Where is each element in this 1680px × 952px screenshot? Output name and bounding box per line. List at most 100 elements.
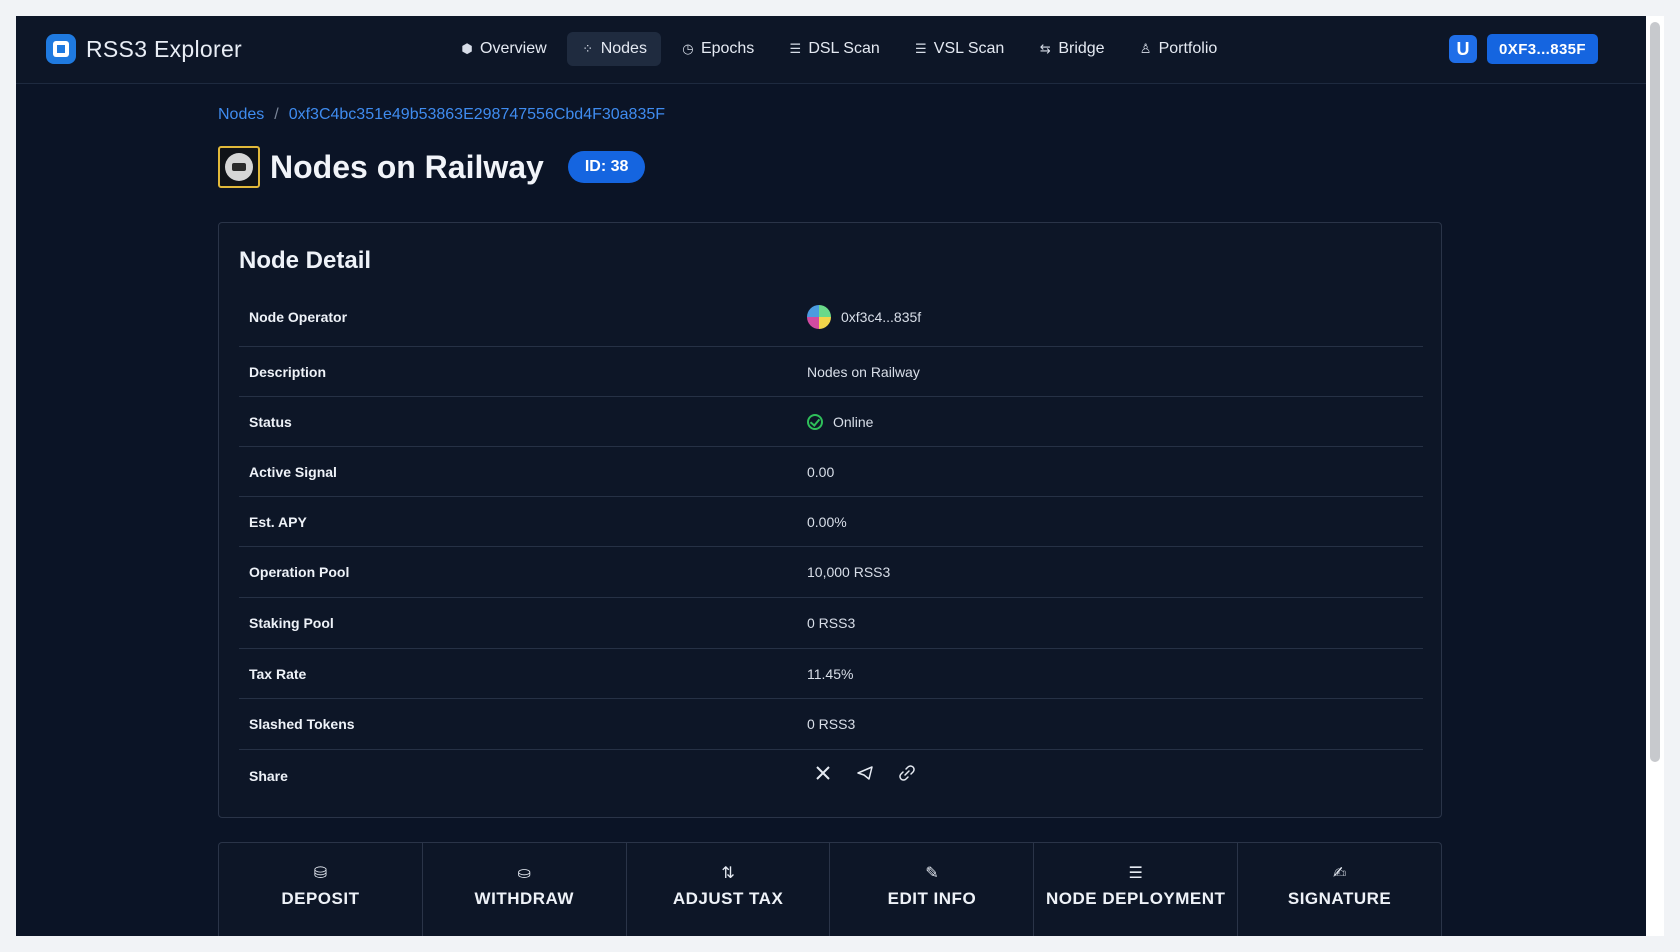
node-avatar-image [225,153,253,181]
user-icon: ♙ [1139,41,1152,56]
detail-row-staking-pool: Staking Pool 0 RSS3 [239,598,1423,649]
scrollbar-thumb[interactable] [1650,22,1660,762]
detail-row-apy: Est. APY 0.00% [239,497,1423,547]
detail-row-operator: Node Operator 0xf3c4...835f [239,287,1423,347]
top-navigation-bar: RSS3 Explorer ⬢ Overview ⁘ Nodes ◷ Epoch… [16,16,1646,84]
detail-row-active-signal: Active Signal 0.00 [239,447,1423,497]
account-area: U 0XF3...835F [1449,34,1598,64]
main-nav: ⬢ Overview ⁘ Nodes ◷ Epochs ☰ DSL Scan ☰… [446,32,1231,66]
row-value: 0.00% [807,513,847,530]
database-icon: ⛁ [313,865,328,882]
status-value: Online [807,413,874,430]
operator-avatar [807,304,831,329]
detail-row-share: Share [239,750,1423,801]
row-label: Status [249,413,292,430]
node-detail-card: Node Detail Node Operator 0xf3c4...835f … [218,222,1442,818]
detail-row-tax-rate: Tax Rate 11.45% [239,649,1423,699]
scrollbar[interactable] [1646,16,1664,936]
nav-item-bridge[interactable]: ⇆ Bridge [1024,32,1118,66]
scan-icon: ☰ [789,41,802,56]
operator-address[interactable]: 0xf3c4...835f [841,309,921,325]
nav-item-epochs[interactable]: ◷ Epochs [667,32,768,66]
x-icon[interactable] [813,766,833,785]
nav-label: Bridge [1058,40,1105,57]
action-label: ADJUST TAX [672,889,784,908]
bridge-icon: ⇆ [1039,41,1051,56]
action-label: NODE DEPLOYMENT [1046,889,1226,908]
detail-row-operation-pool: Operation Pool 10,000 RSS3 [239,547,1423,598]
nav-label: Portfolio [1158,40,1218,57]
cube-icon: ⬢ [461,41,473,56]
wallet-icon[interactable]: U [1449,35,1478,63]
edit-icon: ✎ [925,865,939,882]
nav-label: Overview [480,40,547,57]
row-value: 10,000 RSS3 [807,564,891,580]
page-header: Nodes on Railway ID: 38 [218,146,646,188]
sliders-icon: ☰ [1128,865,1143,882]
breadcrumb-separator: / [274,106,279,123]
link-icon[interactable] [897,765,917,786]
detail-table: Node Operator 0xf3c4...835f Description … [239,287,1423,801]
edit-info-button[interactable]: ✎ EDIT INFO [830,843,1035,936]
brand-name: RSS3 Explorer [86,35,243,62]
breadcrumb-nodes-link[interactable]: Nodes [218,106,264,124]
nav-item-vsl-scan[interactable]: ☰ VSL Scan [900,32,1019,66]
nav-item-overview[interactable]: ⬢ Overview [446,32,561,66]
node-id-badge: ID: 38 [567,151,646,183]
pen-icon: ✍ [1332,865,1347,882]
row-label: Active Signal [249,463,337,480]
signature-button[interactable]: ✍ SIGNATURE [1238,843,1441,936]
nav-label: VSL Scan [933,40,1005,57]
breadcrumb-current-address[interactable]: 0xf3C4bc351e49b53863E298747556Cbd4F30a83… [289,106,665,124]
row-value: 11.45% [807,665,854,682]
action-label: EDIT INFO [887,889,977,908]
nav-item-dsl-scan[interactable]: ☰ DSL Scan [774,32,893,66]
row-label: Description [249,363,327,380]
network-icon: ⁘ [582,41,594,56]
row-label: Operation Pool [249,564,350,580]
sort-icon: ⇅ [721,865,735,882]
brand[interactable]: RSS3 Explorer [46,34,242,64]
breadcrumb: Nodes / 0xf3C4bc351e49b53863E298747556Cb… [218,106,665,124]
row-value: Nodes on Railway [807,363,920,380]
page-title: Nodes on Railway [270,148,544,185]
check-circle-icon [807,413,823,430]
clock-icon: ◷ [682,41,694,56]
deposit-button[interactable]: ⛁ DEPOSIT [219,843,423,936]
node-avatar [218,146,260,188]
scan-icon: ☰ [914,41,927,56]
node-deployment-button[interactable]: ☰ NODE DEPLOYMENT [1034,843,1239,936]
row-value: 0.00 [807,463,835,480]
detail-row-slashed: Slashed Tokens 0 RSS3 [239,699,1423,750]
operator-value[interactable]: 0xf3c4...835f [807,304,921,329]
detail-row-status: Status Online [239,397,1423,447]
nav-label: Nodes [600,40,647,57]
row-label: Tax Rate [249,665,307,682]
nav-label: DSL Scan [808,40,880,57]
card-title: Node Detail [239,247,372,274]
action-label: SIGNATURE [1287,889,1392,908]
nav-label: Epochs [700,40,755,57]
app-window: RSS3 Explorer ⬢ Overview ⁘ Nodes ◷ Epoch… [16,16,1664,936]
row-label: Node Operator [249,308,348,325]
rss3-logo-icon [46,34,76,64]
status-text: Online [833,413,874,430]
coin-icon: ⛀ [517,865,531,882]
wallet-address-button[interactable]: 0XF3...835F [1487,34,1598,64]
action-label: DEPOSIT [281,889,360,908]
detail-row-description: Description Nodes on Railway [239,347,1423,397]
share-buttons [807,765,917,786]
nav-item-nodes[interactable]: ⁘ Nodes [566,32,661,66]
action-label: WITHDRAW [474,889,574,908]
node-actions-bar: ⛁ DEPOSIT ⛀ WITHDRAW ⇅ ADJUST TAX ✎ EDIT… [218,842,1442,936]
adjust-tax-button[interactable]: ⇅ ADJUST TAX [627,843,831,936]
row-label: Share [249,767,288,784]
row-label: Slashed Tokens [249,716,355,732]
row-value: 0 RSS3 [807,615,856,631]
row-label: Est. APY [249,513,307,530]
nav-item-portfolio[interactable]: ♙ Portfolio [1125,32,1232,66]
telegram-icon[interactable] [855,766,875,785]
row-label: Staking Pool [249,615,334,631]
withdraw-button[interactable]: ⛀ WITHDRAW [423,843,627,936]
row-value: 0 RSS3 [807,716,856,732]
